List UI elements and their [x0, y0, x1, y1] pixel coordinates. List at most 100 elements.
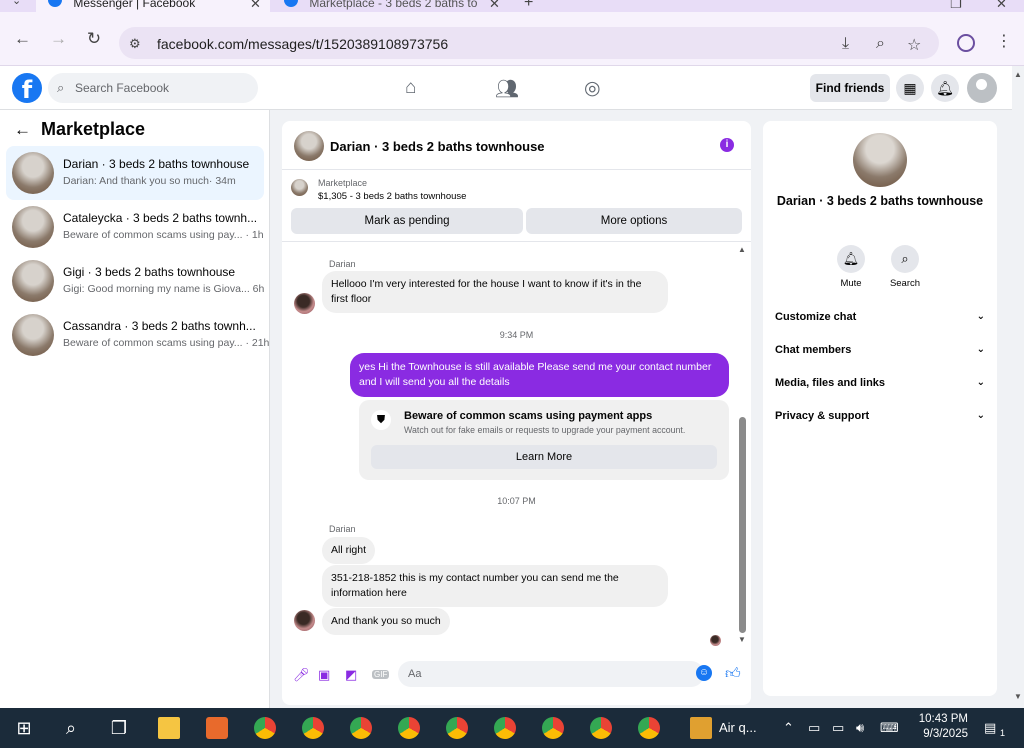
weather-label[interactable]: Air q... — [719, 720, 757, 735]
tab-messenger[interactable]: Messenger | Facebook — [36, 0, 270, 12]
address-bar[interactable]: ⚙ facebook.com/messages/t/15203891089737… — [119, 27, 939, 59]
listing-thumbnail[interactable] — [291, 179, 308, 196]
search-icon[interactable]: ⌕ — [60, 717, 82, 739]
snippet-time: · 1h — [245, 229, 264, 241]
incoming-message[interactable]: And thank you so much — [322, 608, 450, 635]
notifications-icon[interactable]: ▤ — [984, 720, 996, 736]
listing-price-title[interactable]: $1,305 - 3 beds 2 baths townhouse — [318, 191, 466, 202]
windows-start-icon[interactable]: ⊞ — [13, 717, 35, 739]
profile-avatar[interactable] — [853, 133, 907, 187]
network-icon[interactable]: ▭ — [832, 720, 844, 736]
gif-icon[interactable]: GIF — [372, 670, 390, 679]
tab-list-dropdown[interactable]: ⌄ — [12, 0, 21, 7]
privacy-support-row[interactable]: Privacy & support ⌄ — [775, 410, 985, 422]
zoom-icon[interactable]: ⌕ — [876, 35, 885, 53]
incoming-message[interactable]: Hellooo I'm very interested for the hous… — [322, 271, 668, 313]
install-app-icon[interactable]: ⤓ — [842, 35, 849, 53]
photo-icon[interactable]: ▣ — [318, 667, 330, 683]
chrome-profile-icon[interactable] — [638, 717, 660, 739]
search-placeholder: Search Facebook — [75, 81, 170, 95]
message-input[interactable]: Aa ☺ — [398, 661, 712, 687]
conversation-item[interactable]: Cataleycka · 3 beds 2 baths townh... Bew… — [6, 200, 264, 254]
friends-icon[interactable]: 👥︎ — [495, 77, 519, 101]
thumbs-up-icon[interactable]: 👍︎ — [725, 665, 741, 683]
meet-now-icon[interactable]: ▭ — [808, 720, 820, 736]
chrome-profile-icon[interactable] — [446, 717, 468, 739]
volume-icon[interactable]: 🔊︎ — [856, 720, 864, 736]
scroll-thumb[interactable] — [739, 417, 746, 633]
back-icon[interactable]: ← — [14, 30, 31, 47]
learn-more-button[interactable]: Learn More — [371, 445, 717, 469]
arrow-left-icon[interactable]: ← — [14, 120, 31, 140]
page-scrollbar[interactable]: ▲ ▼ — [1012, 66, 1024, 708]
scroll-up-icon[interactable]: ▲ — [737, 245, 747, 254]
more-options-button[interactable]: More options — [526, 208, 742, 234]
mark-as-pending-button[interactable]: Mark as pending — [291, 208, 523, 234]
home-icon[interactable]: ⌂ — [405, 77, 416, 99]
reload-icon[interactable]: ↻ — [86, 30, 102, 47]
conversation-item[interactable]: Cassandra · 3 beds 2 baths townh... Bewa… — [6, 308, 269, 362]
site-info-icon[interactable]: ⚙ — [129, 36, 141, 52]
chrome-profile-icon[interactable] — [590, 717, 612, 739]
close-tab-icon[interactable]: ✕ — [489, 0, 500, 12]
chat-header: Darian · 3 beds 2 baths townhouse i — [282, 121, 751, 170]
chat-members-row[interactable]: Chat members ⌄ — [775, 344, 985, 356]
facebook-header: f ⌕ Search Facebook ⌂ 👥︎ ◎ Find friends … — [0, 66, 1012, 110]
outgoing-message[interactable]: yes Hi the Townhouse is still available … — [350, 353, 729, 397]
snippet-text: Darian: And thank you so much — [63, 175, 209, 187]
chrome-profile-icon[interactable] — [350, 717, 372, 739]
conversation-item[interactable]: Darian · 3 beds 2 baths townhouse Darian… — [6, 146, 264, 200]
info-icon[interactable]: i — [720, 138, 734, 152]
message-scrollbar[interactable]: ▲ ▼ — [737, 243, 747, 655]
keyboard-icon[interactable]: ⌨ — [880, 720, 899, 736]
close-window-icon[interactable]: ✕ — [996, 0, 1007, 12]
chat-title[interactable]: Darian · 3 beds 2 baths townhouse — [330, 139, 545, 154]
forward-icon[interactable]: → — [50, 30, 67, 47]
conversation-item[interactable]: Gigi · 3 beds 2 baths townhouse Gigi: Go… — [6, 254, 264, 308]
media-files-links-row[interactable]: Media, files and links ⌄ — [775, 377, 985, 389]
new-tab-icon[interactable]: + — [524, 0, 533, 12]
chrome-profile-icon[interactable] — [494, 717, 516, 739]
listing-avatar — [12, 314, 54, 356]
incoming-message[interactable]: 351-218-1852 this is my contact number y… — [322, 565, 668, 607]
scroll-up-icon[interactable]: ▲ — [1014, 70, 1022, 79]
marketplace-label: Marketplace — [318, 178, 368, 188]
chat-avatar[interactable] — [294, 131, 324, 161]
restore-window-icon[interactable]: ❐ — [950, 0, 962, 12]
chrome-profile-icon[interactable] — [542, 717, 564, 739]
chrome-profile-icon[interactable] — [302, 717, 324, 739]
menu-grid-icon[interactable]: ▦ — [896, 74, 924, 102]
task-view-icon[interactable]: ❐ — [108, 717, 130, 739]
browser-menu-icon[interactable]: ⋮ — [996, 31, 1012, 51]
chrome-profile-icon[interactable] — [398, 717, 420, 739]
search-icon: ⌕ — [891, 245, 919, 273]
emoji-icon[interactable]: ☺ — [696, 665, 712, 681]
mute-action[interactable]: 🔔︎ Mute — [826, 245, 876, 289]
tab-marketplace[interactable]: Marketplace - 3 beds 2 baths to — [284, 0, 496, 12]
file-explorer-icon[interactable] — [158, 717, 180, 739]
scroll-down-icon[interactable]: ▼ — [1014, 692, 1022, 701]
notifications-bell-icon[interactable]: 🔔︎ — [931, 74, 959, 102]
browser-profile-icon[interactable] — [957, 34, 975, 52]
chrome-icon[interactable] — [254, 717, 276, 739]
search-action[interactable]: ⌕ Search — [880, 245, 930, 289]
groups-icon[interactable]: ◎ — [584, 77, 601, 100]
section-label: Media, files and links — [775, 377, 886, 389]
find-friends-button[interactable]: Find friends — [810, 74, 890, 102]
incoming-message[interactable]: All right — [322, 537, 376, 564]
microphone-icon[interactable]: 🎤︎ — [293, 667, 310, 683]
system-clock[interactable]: 10:43 PM 9/3/2025 — [912, 712, 968, 742]
chevron-up-icon[interactable]: ⌃ — [783, 720, 794, 736]
sticker-icon[interactable]: ◩ — [345, 667, 357, 683]
facebook-logo[interactable]: f — [12, 73, 42, 104]
account-avatar[interactable] — [967, 73, 997, 103]
close-tab-icon[interactable]: ✕ — [250, 0, 261, 12]
read-receipt-avatar — [710, 635, 721, 646]
scroll-down-icon[interactable]: ▼ — [737, 635, 747, 644]
bookmark-star-icon[interactable]: ☆ — [907, 35, 921, 55]
search-facebook-input[interactable]: ⌕ Search Facebook — [48, 73, 258, 103]
message-list: Darian Hellooo I'm very interested for t… — [282, 243, 751, 655]
weather-icon[interactable] — [690, 717, 712, 739]
customize-chat-row[interactable]: Customize chat ⌄ — [775, 311, 985, 323]
pinned-app-icon[interactable] — [206, 717, 228, 739]
